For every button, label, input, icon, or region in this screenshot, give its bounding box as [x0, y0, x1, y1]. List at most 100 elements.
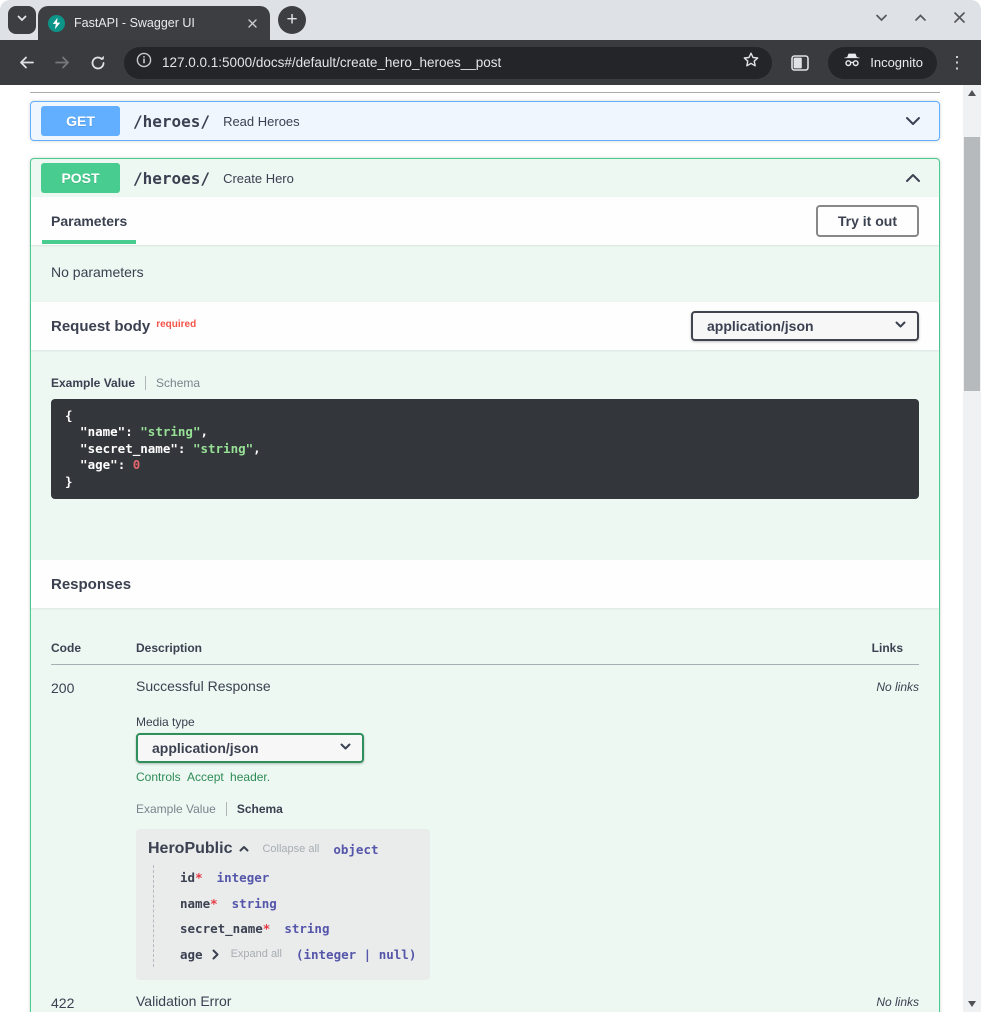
bookmark-star-icon[interactable]: [742, 51, 760, 74]
response-links: No links: [876, 678, 919, 980]
window-maximize-icon[interactable]: [913, 10, 928, 25]
get-method-badge: GET: [41, 106, 120, 136]
tab-strip: FastAPI - Swagger UI +: [0, 0, 981, 40]
get-path: /heroes/: [133, 112, 210, 131]
response-description-cell: Successful Response Media type applicati…: [136, 678, 876, 980]
browser-toolbar: 127.0.0.1:5000/docs#/default/create_hero…: [0, 40, 981, 85]
chevron-down-icon: [15, 11, 29, 30]
try-it-out-button[interactable]: Try it out: [816, 205, 919, 237]
property-type: string: [232, 891, 277, 917]
opblock-post-heroes: POST /heroes/ Create Hero Parameters Try…: [30, 158, 940, 1012]
post-method-badge: POST: [41, 163, 120, 193]
incognito-badge: Incognito: [828, 47, 937, 79]
schema-model-box: HeroPublic Collapse all object id* intege…: [136, 829, 430, 980]
scroll-up-arrow[interactable]: [963, 85, 981, 101]
column-description: Description: [136, 641, 872, 655]
reload-button[interactable]: [84, 49, 112, 77]
property-name: id*: [180, 865, 203, 891]
fastapi-favicon-icon: [48, 15, 65, 32]
controls-accept-note: Controls Accept header.: [136, 770, 876, 784]
media-type-label: Media type: [136, 715, 876, 729]
response-content-type-value: application/json: [152, 740, 259, 756]
scrollbar-thumb[interactable]: [964, 137, 980, 391]
response-code: 422: [51, 993, 136, 1011]
chevron-down-icon[interactable]: [903, 111, 929, 131]
expand-all-link[interactable]: Expand all: [231, 942, 282, 968]
code-line: "age": 0: [65, 457, 905, 473]
tab-close-icon[interactable]: [245, 16, 260, 31]
request-content-type-value: application/json: [707, 318, 814, 334]
new-tab-button[interactable]: +: [278, 6, 306, 34]
browser-window: FastAPI - Swagger UI +: [0, 0, 981, 85]
window-minimize-icon[interactable]: [874, 10, 889, 25]
chevron-down-icon: [339, 740, 352, 756]
response-links: No links: [876, 993, 919, 1011]
request-body-title: Request body: [51, 318, 150, 335]
response-code: 200: [51, 678, 136, 980]
chevron-down-icon: [894, 318, 907, 334]
tab-title: FastAPI - Swagger UI: [74, 16, 236, 30]
window-close-icon[interactable]: [952, 10, 967, 25]
plus-icon: +: [286, 9, 297, 31]
tab-example-value[interactable]: Example Value: [136, 802, 216, 816]
property-type: (integer | null): [296, 942, 416, 968]
schema-properties: id* integername* stringsecret_name*stringa…: [153, 865, 418, 967]
tab-schema[interactable]: Schema: [237, 802, 283, 816]
example-json-code[interactable]: { "name": "string", "secret_name": "stri…: [51, 399, 919, 499]
forward-button[interactable]: [48, 49, 76, 77]
swagger-page: GET /heroes/ Read Heroes POST /heroes/ C…: [0, 85, 963, 1012]
tab-schema[interactable]: Schema: [156, 376, 200, 390]
post-summary: Create Hero: [223, 171, 294, 186]
required-star: *: [210, 896, 218, 911]
opblock-get-header[interactable]: GET /heroes/ Read Heroes: [31, 102, 939, 140]
tab-example-value[interactable]: Example Value: [51, 376, 135, 390]
response-description: Validation Error: [136, 993, 876, 1009]
response-description-cell: Validation Error: [136, 993, 876, 1011]
schema-property-row: secret_name*string: [180, 916, 418, 942]
tab-parameters: Parameters: [42, 198, 136, 244]
page-scrollbar[interactable]: [963, 85, 981, 1012]
responses-header: Responses: [31, 560, 939, 608]
response-content-type-select[interactable]: application/json: [136, 733, 364, 763]
model-type: object: [333, 842, 378, 857]
required-star: *: [263, 921, 271, 936]
back-button[interactable]: [12, 49, 40, 77]
collapse-all-link[interactable]: Collapse all: [262, 843, 319, 855]
chevron-right-icon[interactable]: [210, 949, 221, 960]
no-parameters-text: No parameters: [31, 245, 939, 302]
get-summary: Read Heroes: [223, 114, 300, 129]
code-line: }: [65, 474, 905, 490]
address-bar[interactable]: 127.0.0.1:5000/docs#/default/create_hero…: [124, 47, 772, 79]
browser-tab[interactable]: FastAPI - Swagger UI: [38, 6, 270, 40]
side-panel-icon[interactable]: [786, 55, 814, 71]
site-info-icon[interactable]: [136, 52, 152, 73]
responses-title: Responses: [51, 576, 131, 593]
table-header-divider: [51, 664, 919, 665]
opblock-get-heroes: GET /heroes/ Read Heroes: [30, 101, 940, 141]
url-text[interactable]: 127.0.0.1:5000/docs#/default/create_hero…: [162, 55, 732, 70]
response-description: Successful Response: [136, 678, 876, 694]
model-title-row: HeroPublic Collapse all object: [148, 840, 418, 858]
response-row-422: 422 Validation Error No links: [51, 993, 919, 1011]
response-row-200: 200 Successful Response Media type appli…: [51, 678, 919, 980]
request-content-type-select[interactable]: application/json: [691, 311, 919, 341]
browser-menu-icon[interactable]: ⋮: [945, 53, 969, 73]
responses-section: Code Description Links 200 Successful Re…: [31, 641, 939, 1012]
property-name: age: [180, 942, 203, 968]
tab-search-button[interactable]: [8, 6, 36, 34]
property-name: name*: [180, 891, 218, 917]
scroll-down-arrow[interactable]: [963, 996, 981, 1012]
schema-property-row: age Expand all (integer | null): [180, 942, 418, 968]
parameters-header: Parameters Try it out: [31, 197, 939, 245]
request-body-tabs: Example Value Schema: [51, 376, 919, 390]
chevron-up-icon[interactable]: [238, 843, 250, 855]
required-badge: required: [156, 319, 196, 330]
chevron-up-icon[interactable]: [903, 168, 929, 188]
property-type: integer: [217, 865, 270, 891]
property-name: secret_name*: [180, 916, 270, 942]
request-body-section: Example Value Schema { "name": "string",…: [31, 350, 939, 499]
tab-separator: [145, 376, 146, 390]
tag-section-divider: [30, 92, 940, 93]
required-star: *: [195, 870, 203, 885]
opblock-post-header[interactable]: POST /heroes/ Create Hero: [31, 159, 939, 197]
